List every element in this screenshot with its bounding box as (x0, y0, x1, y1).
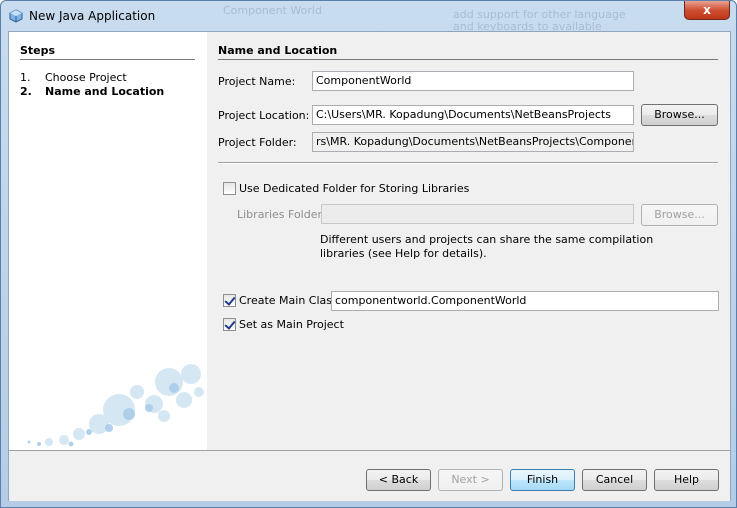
next-button[interactable]: Next > (438, 469, 503, 491)
background-ghost-text-1: Component World (223, 4, 322, 17)
finish-button[interactable]: Finish (510, 469, 575, 491)
libraries-folder-label: Libraries Folder: (237, 208, 326, 221)
project-name-input[interactable]: ComponentWorld (312, 71, 634, 91)
close-button[interactable]: x (684, 1, 730, 20)
steps-panel: Steps 1. Choose Project 2. Name and Locati… (9, 32, 207, 450)
libraries-help-line-1: Different users and projects can share t… (320, 233, 654, 246)
decorative-bubbles-image (27, 364, 204, 447)
project-name-label: Project Name: (218, 75, 296, 88)
section-separator (218, 162, 718, 164)
libraries-folder-browse-button[interactable]: Browse... (641, 204, 718, 226)
name-and-location-panel: Name and Location Project Name: Componen… (207, 32, 730, 450)
set-main-project-checkbox[interactable] (223, 318, 236, 331)
create-main-class-checkbox[interactable] (223, 294, 236, 307)
button-bar: < Back Next > Finish Cancel Help (9, 450, 730, 501)
set-main-project-label[interactable]: Set as Main Project (239, 318, 344, 331)
help-button[interactable]: Help (654, 469, 719, 491)
step-label: Name and Location (45, 85, 165, 98)
back-button[interactable]: < Back (366, 469, 431, 491)
step-name-and-location: 2. Name and Location (20, 85, 164, 98)
libraries-help-line-2: libraries (see Help for details). (320, 247, 487, 260)
cancel-button[interactable]: Cancel (582, 469, 647, 491)
java-project-icon (9, 9, 23, 23)
dialog-client-area: Steps 1. Choose Project 2. Name and Locati… (8, 31, 731, 501)
step-number: 2. (20, 85, 32, 98)
window-title: New Java Application (29, 9, 156, 23)
title-bar[interactable]: New Java Application Component World add… (1, 1, 736, 33)
dedicated-folder-label[interactable]: Use Dedicated Folder for Storing Librari… (239, 182, 469, 195)
create-main-class-label[interactable]: Create Main Class (239, 294, 338, 307)
project-location-browse-button[interactable]: Browse... (641, 104, 718, 126)
close-icon: x (703, 3, 711, 17)
panel-heading: Name and Location (218, 44, 338, 57)
project-location-label: Project Location: (218, 109, 310, 122)
step-number: 1. (20, 71, 31, 84)
steps-divider (20, 59, 195, 60)
step-label: Choose Project (45, 71, 127, 84)
dedicated-folder-checkbox[interactable] (223, 182, 236, 195)
project-location-input[interactable]: C:\Users\MR. Kopadung\Documents\NetBeans… (312, 105, 634, 125)
panel-heading-divider (218, 59, 718, 60)
project-folder-field[interactable]: rs\MR. Kopadung\Documents\NetBeansProjec… (312, 132, 634, 152)
project-folder-label: Project Folder: (218, 136, 297, 149)
libraries-folder-input[interactable] (321, 204, 634, 224)
main-class-input[interactable]: componentworld.ComponentWorld (331, 291, 719, 311)
step-choose-project: 1. Choose Project (20, 71, 127, 84)
steps-heading: Steps (20, 44, 56, 57)
dialog-window: New Java Application Component World add… (0, 0, 737, 508)
